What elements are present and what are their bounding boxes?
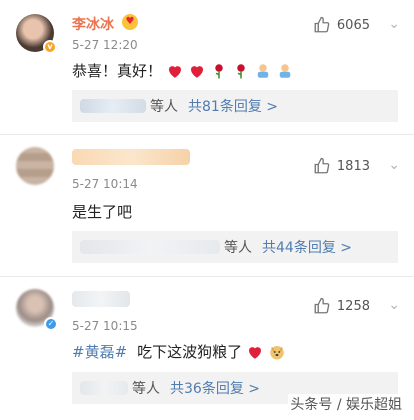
commenter-name[interactable]: 李冰冰 bbox=[72, 14, 114, 34]
like-count: 1258 bbox=[336, 298, 370, 314]
chevron-down-icon[interactable]: ⌄ bbox=[388, 157, 400, 173]
rose-emoji-icon bbox=[232, 62, 250, 80]
chevron-down-icon[interactable]: ⌄ bbox=[388, 297, 400, 313]
baby-emoji-icon bbox=[276, 62, 294, 80]
comment-time: 5-27 12:20 bbox=[72, 38, 138, 52]
emoji-badge-icon: ♥ bbox=[122, 14, 138, 30]
rose-emoji-icon bbox=[210, 62, 228, 80]
verified-badge-icon: v bbox=[43, 40, 57, 54]
blurred-username bbox=[72, 291, 130, 307]
blurred-username bbox=[72, 149, 190, 165]
comment-item: 5-27 10:14 1813 ⌄ 是生了吧 等人 共44条回复 > bbox=[0, 135, 414, 270]
comment-text-content: 吃下这波狗粮了 bbox=[137, 343, 243, 361]
comment-item: v 李冰冰 ♥ 5-27 12:20 6065 ⌄ 恭喜！真好！ 等人 共81条… bbox=[0, 0, 414, 130]
comment-text-content: 恭喜！真好！ bbox=[72, 62, 163, 80]
blurred-username bbox=[80, 381, 128, 395]
like-button[interactable]: 1258 bbox=[313, 297, 370, 315]
thumbs-up-icon bbox=[314, 157, 330, 174]
comment-text: 恭喜！真好！ bbox=[72, 60, 294, 81]
thumbs-up-icon bbox=[314, 297, 330, 314]
reply-summary[interactable]: 等人 共44条回复 > bbox=[72, 231, 398, 263]
comment-time: 5-27 10:15 bbox=[72, 319, 138, 333]
reply-summary[interactable]: 等人 共81条回复 > bbox=[72, 90, 398, 122]
heart-emoji-icon bbox=[246, 343, 264, 361]
view-replies-link[interactable]: 共36条回复 > bbox=[170, 378, 260, 398]
avatar[interactable] bbox=[16, 147, 54, 185]
reply-suffix: 等人 bbox=[224, 240, 252, 256]
heart-emoji-icon bbox=[166, 62, 184, 80]
baby-emoji-icon bbox=[254, 62, 272, 80]
like-count: 6065 bbox=[336, 17, 370, 33]
like-count: 1813 bbox=[336, 158, 370, 174]
thumbs-up-icon bbox=[314, 16, 330, 33]
heart-emoji-icon bbox=[188, 62, 206, 80]
blurred-username bbox=[80, 240, 220, 254]
view-replies-link[interactable]: 共81条回复 > bbox=[188, 96, 278, 116]
comment-time: 5-27 10:14 bbox=[72, 177, 138, 191]
doge-emoji-icon bbox=[268, 343, 286, 361]
like-button[interactable]: 6065 bbox=[313, 16, 370, 34]
chevron-down-icon[interactable]: ⌄ bbox=[388, 16, 400, 32]
verified-badge-icon: ✓ bbox=[44, 317, 58, 331]
view-replies-link[interactable]: 共44条回复 > bbox=[262, 237, 352, 257]
like-button[interactable]: 1813 bbox=[313, 157, 370, 175]
reply-suffix: 等人 bbox=[150, 99, 178, 115]
comment-text: #黄磊# 吃下这波狗粮了 bbox=[72, 341, 286, 362]
blurred-username bbox=[80, 99, 146, 113]
comment-text: 是生了吧 bbox=[72, 201, 132, 222]
reply-suffix: 等人 bbox=[132, 381, 160, 397]
watermark: 头条号 / 娱乐超姐 bbox=[288, 394, 404, 414]
topic-hashtag-link[interactable]: #黄磊# bbox=[72, 341, 127, 362]
comment-text-content: 是生了吧 bbox=[72, 203, 133, 221]
